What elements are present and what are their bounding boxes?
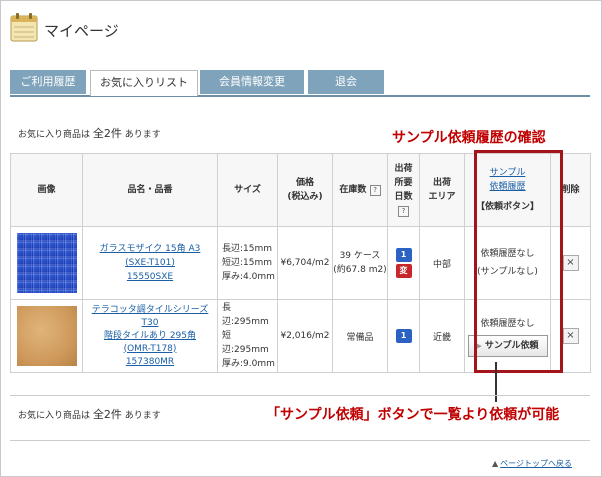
cell-name: ガラスモザイク 15角 A3 (SXE-T101) 15550SXE bbox=[82, 226, 218, 300]
cell-ship-days: 1 bbox=[387, 299, 420, 373]
product-name-link[interactable]: ガラスモザイク 15角 A3 bbox=[100, 244, 201, 254]
size-thickness: 厚み:9.0mm bbox=[222, 359, 275, 369]
triangle-up-icon: ▲ bbox=[492, 459, 499, 468]
product-thumbnail[interactable] bbox=[16, 233, 77, 293]
cell-size: 長辺:295mm 短辺:295mm 厚み:9.0mm bbox=[217, 299, 278, 373]
size-short: 短辺:15mm bbox=[222, 258, 273, 268]
divider bbox=[10, 440, 590, 441]
tab-withdraw[interactable]: 退会 bbox=[308, 70, 384, 94]
favorites-count-value: 全2件 bbox=[92, 408, 122, 421]
header-ship-days-3: 日数 bbox=[394, 192, 413, 202]
page-top-label[interactable]: ページトップへ戻る bbox=[500, 459, 572, 468]
header-ship-days-2: 所要 bbox=[394, 178, 413, 188]
annotation-sample-request: 「サンプル依頼」ボタンで一覧より依頼が可能 bbox=[266, 407, 560, 423]
header-price: 価格 (税込み) bbox=[277, 153, 333, 227]
header-price-line1: 価格 bbox=[295, 178, 314, 188]
truck-icon: 1 bbox=[395, 329, 412, 343]
help-icon[interactable]: ? bbox=[369, 185, 381, 196]
favorites-suffix: あります bbox=[124, 130, 161, 140]
stock-cases: 39 ケース bbox=[339, 251, 381, 261]
size-short: 短辺:295mm bbox=[222, 331, 269, 355]
tab-member-info[interactable]: 会員情報変更 bbox=[200, 70, 304, 94]
cell-area: 中部 bbox=[419, 226, 465, 300]
cell-ship-days: 1 変 bbox=[387, 226, 420, 300]
favorites-prefix: お気に入り商品は bbox=[18, 411, 91, 421]
truck-change-icon: 変 bbox=[395, 264, 412, 278]
header-ship-days-1: 出荷 bbox=[394, 164, 413, 174]
stock-area: (約67.8 m2) bbox=[333, 265, 387, 275]
calendar-icon bbox=[10, 13, 38, 42]
size-long: 長辺:15mm bbox=[222, 244, 273, 254]
tab-usage-history[interactable]: ご利用履歴 bbox=[10, 70, 86, 94]
favorites-count: お気に入り商品は 全2件 あります bbox=[18, 125, 161, 141]
delete-button[interactable]: × bbox=[562, 328, 579, 344]
tab-favorites[interactable]: お気に入りリスト bbox=[90, 70, 198, 96]
cell-size: 長辺:15mm 短辺:15mm 厚み:4.0mm bbox=[217, 226, 278, 300]
header-stock-label: 在庫数 bbox=[339, 185, 367, 195]
favorites-count-bottom: お気に入り商品は 全2件 あります bbox=[18, 406, 161, 422]
page-top-link[interactable]: ▲ ページトップへ戻る bbox=[492, 458, 572, 469]
header-size: サイズ bbox=[217, 153, 278, 227]
favorites-suffix: あります bbox=[124, 411, 161, 421]
cell-name: テラコッタ調タイルシリーズ T30 階段タイルあり 295角 (OMR-T178… bbox=[82, 299, 218, 373]
cell-image bbox=[10, 299, 83, 373]
cell-area: 近畿 bbox=[419, 299, 465, 373]
product-number-link[interactable]: 157380MR bbox=[126, 357, 174, 367]
cell-stock: 常備品 bbox=[332, 299, 388, 373]
page-title: マイページ bbox=[44, 22, 119, 40]
annotation-sample-history: サンプル依頼履歴の確認 bbox=[392, 130, 546, 146]
header-ship-days: 出荷 所要 日数 ? bbox=[387, 153, 420, 227]
header-image: 画像 bbox=[10, 153, 83, 227]
truck-icon: 1 bbox=[395, 248, 412, 262]
divider bbox=[10, 395, 590, 396]
product-name-link[interactable]: テラコッタ調タイルシリーズ T30 bbox=[92, 305, 209, 328]
product-code-link[interactable]: (OMR-T178) bbox=[124, 344, 177, 354]
product-thumbnail[interactable] bbox=[16, 306, 77, 366]
header-price-line2: (税込み) bbox=[287, 192, 323, 202]
cell-price: ¥2,016/m2 bbox=[277, 299, 333, 373]
header-area-2: エリア bbox=[428, 192, 456, 202]
cell-image bbox=[10, 226, 83, 300]
header-area-1: 出荷 bbox=[432, 178, 451, 188]
product-name-link-2[interactable]: 階段タイルあり 295角 bbox=[104, 331, 196, 341]
product-number-link[interactable]: 15550SXE bbox=[127, 272, 173, 282]
header-area: 出荷 エリア bbox=[419, 153, 465, 227]
help-icon[interactable]: ? bbox=[398, 206, 409, 217]
cell-stock: 39 ケース (約67.8 m2) bbox=[332, 226, 388, 300]
size-long: 長辺:295mm bbox=[222, 303, 269, 327]
size-thickness: 厚み:4.0mm bbox=[222, 272, 275, 282]
header-stock: 在庫数 ? bbox=[332, 153, 388, 227]
favorites-count-value: 全2件 bbox=[92, 127, 122, 140]
product-code-link[interactable]: (SXE-T101) bbox=[125, 258, 175, 268]
cell-price: ¥6,704/m2 bbox=[277, 226, 333, 300]
tab-bar: ご利用履歴 お気に入りリスト 会員情報変更 退会 bbox=[10, 70, 590, 97]
delete-button[interactable]: × bbox=[562, 255, 579, 271]
sample-column-highlight bbox=[474, 150, 563, 373]
header-name: 品名・品番 bbox=[82, 153, 218, 227]
annotation-pointer-line bbox=[495, 362, 497, 402]
favorites-prefix: お気に入り商品は bbox=[18, 130, 91, 140]
